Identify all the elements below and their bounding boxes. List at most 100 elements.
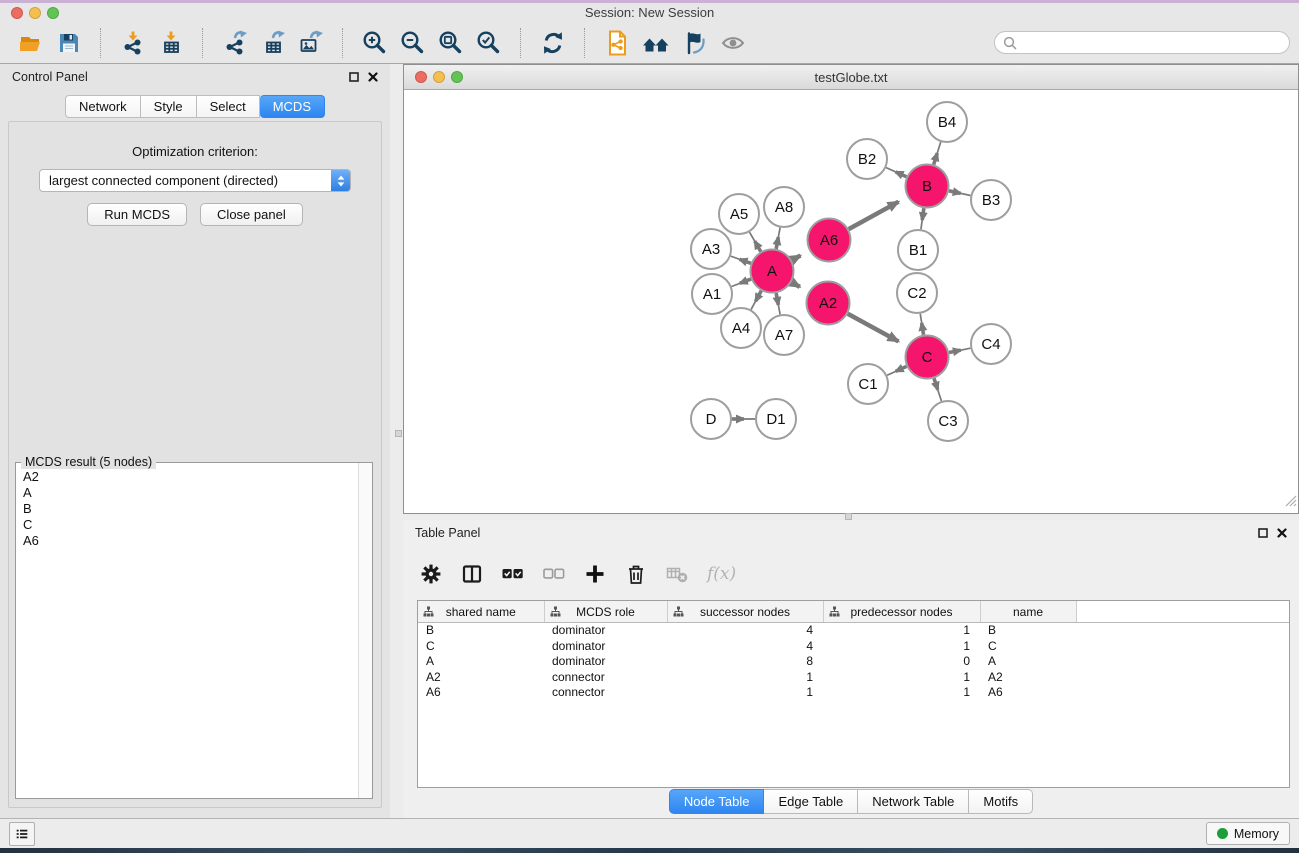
- graph-node-D[interactable]: D: [691, 399, 731, 439]
- graph-node-B[interactable]: B: [906, 165, 949, 208]
- column-header-name[interactable]: name: [980, 601, 1076, 623]
- graph-edge-A2-C[interactable]: [848, 314, 899, 342]
- graph-edge-C-C3[interactable]: [934, 378, 941, 401]
- zoom-in-button[interactable]: [360, 28, 390, 58]
- close-network-button[interactable]: [415, 71, 427, 83]
- table-row[interactable]: A2connector11A2: [418, 670, 1289, 686]
- mcds-result-item[interactable]: B: [23, 501, 358, 517]
- deselect-all-button[interactable]: [542, 562, 566, 586]
- graph-edge-A-A3[interactable]: [731, 256, 751, 263]
- column-header-shared-name[interactable]: shared name: [418, 601, 544, 623]
- graph-node-C2[interactable]: C2: [897, 273, 937, 313]
- search-input[interactable]: [1022, 35, 1281, 51]
- task-history-button[interactable]: [9, 822, 35, 846]
- graph-edge-B-B1[interactable]: [921, 208, 924, 229]
- tab-network[interactable]: Network: [65, 95, 141, 118]
- graph-edge-A-A4[interactable]: [751, 291, 761, 310]
- table-row[interactable]: Cdominator41C: [418, 639, 1289, 655]
- tab-edge-table[interactable]: Edge Table: [764, 789, 858, 814]
- home-button[interactable]: [640, 28, 672, 58]
- result-scrollbar[interactable]: [358, 463, 372, 798]
- close-panel-icon[interactable]: [368, 72, 378, 82]
- graph-edge-A-A5[interactable]: [750, 232, 761, 251]
- tab-mcds[interactable]: MCDS: [260, 95, 325, 118]
- graph-node-D1[interactable]: D1: [756, 399, 796, 439]
- graph-edge-A-A8[interactable]: [776, 228, 780, 249]
- graph-node-B2[interactable]: B2: [847, 139, 887, 179]
- settings-button[interactable]: [419, 562, 443, 586]
- graph-node-A6[interactable]: A6: [808, 219, 851, 262]
- float-table-panel-icon[interactable]: [1258, 528, 1268, 538]
- export-network-button[interactable]: [220, 28, 250, 58]
- zoom-app-button[interactable]: [47, 7, 59, 19]
- close-panel-button[interactable]: Close panel: [200, 203, 303, 226]
- export-image-button[interactable]: [296, 28, 326, 58]
- network-window-titlebar[interactable]: testGlobe.txt: [404, 65, 1298, 90]
- import-network-button[interactable]: [118, 28, 148, 58]
- save-session-button[interactable]: [54, 28, 84, 58]
- column-header-predecessor-nodes[interactable]: predecessor nodes: [823, 601, 980, 623]
- graph-node-C3[interactable]: C3: [928, 401, 968, 441]
- graph-node-C1[interactable]: C1: [848, 364, 888, 404]
- graph-edge-A-A7[interactable]: [776, 293, 780, 314]
- graph-node-B1[interactable]: B1: [898, 230, 938, 270]
- table-row[interactable]: A6connector11A6: [418, 685, 1289, 701]
- split-view-button[interactable]: [460, 562, 484, 586]
- mcds-result-item[interactable]: A: [23, 485, 358, 501]
- graph-edge-B-B3[interactable]: [949, 191, 971, 196]
- graph-node-C[interactable]: C: [906, 336, 949, 379]
- network-graph[interactable]: AA1A2A3A4A5A6A7A8BB1B2B3B4CC1C2C3C4DD1: [404, 90, 1298, 514]
- zoom-selected-button[interactable]: [474, 28, 504, 58]
- graph-edge-A-A1[interactable]: [732, 279, 751, 286]
- tab-style[interactable]: Style: [141, 95, 197, 118]
- memory-button[interactable]: Memory: [1206, 822, 1290, 845]
- table-row[interactable]: Adominator80A: [418, 654, 1289, 670]
- mcds-result-item[interactable]: A2: [23, 469, 358, 485]
- tab-motifs[interactable]: Motifs: [969, 789, 1033, 814]
- close-table-panel-icon[interactable]: [1277, 528, 1287, 538]
- delete-row-button[interactable]: [624, 562, 648, 586]
- graph-edge-C-C4[interactable]: [949, 348, 970, 352]
- app-titlebar[interactable]: Session: New Session: [0, 3, 1299, 22]
- graph-node-B4[interactable]: B4: [927, 102, 967, 142]
- criterion-select[interactable]: largest connected component (directed): [39, 169, 351, 192]
- graph-node-A4[interactable]: A4: [721, 308, 761, 348]
- import-table-button[interactable]: [156, 28, 186, 58]
- horizontal-splitter-handle[interactable]: [845, 513, 852, 520]
- graph-node-A8[interactable]: A8: [764, 187, 804, 227]
- graph-node-A5[interactable]: A5: [719, 194, 759, 234]
- show-details-button[interactable]: [718, 28, 748, 58]
- graph-edge-B-B2[interactable]: [886, 168, 906, 177]
- minimize-network-button[interactable]: [433, 71, 445, 83]
- search-box[interactable]: [994, 31, 1290, 54]
- column-header-MCDS-role[interactable]: MCDS role: [544, 601, 667, 623]
- tab-network-table[interactable]: Network Table: [858, 789, 969, 814]
- graph-node-A1[interactable]: A1: [692, 274, 732, 314]
- add-row-button[interactable]: [583, 562, 607, 586]
- graph-edge-A-A2[interactable]: [792, 282, 800, 287]
- zoom-fit-button[interactable]: [436, 28, 466, 58]
- resize-grip[interactable]: [1284, 494, 1297, 512]
- vertical-splitter-handle[interactable]: [395, 430, 402, 437]
- graph-node-C4[interactable]: C4: [971, 324, 1011, 364]
- graph-node-A2[interactable]: A2: [807, 282, 850, 325]
- table-row[interactable]: Bdominator41B: [418, 623, 1289, 639]
- network-from-file-button[interactable]: [602, 28, 632, 58]
- close-app-button[interactable]: [11, 7, 23, 19]
- graph-node-A7[interactable]: A7: [764, 315, 804, 355]
- graph-edge-C-C1[interactable]: [887, 366, 906, 375]
- export-table-button[interactable]: [258, 28, 288, 58]
- graph-edge-C-C2[interactable]: [920, 314, 923, 335]
- tab-node-table[interactable]: Node Table: [669, 789, 765, 814]
- network-canvas[interactable]: AA1A2A3A4A5A6A7A8BB1B2B3B4CC1C2C3C4DD1: [404, 90, 1298, 513]
- zoom-network-button[interactable]: [451, 71, 463, 83]
- apply-layout-button[interactable]: [538, 28, 568, 58]
- zoom-out-button[interactable]: [398, 28, 428, 58]
- graph-node-A[interactable]: A: [751, 250, 794, 293]
- graph-edge-A6-B[interactable]: [849, 202, 899, 229]
- style-flag-button[interactable]: [680, 28, 710, 58]
- mcds-result-item[interactable]: C: [23, 517, 358, 533]
- float-panel-icon[interactable]: [349, 72, 359, 82]
- run-mcds-button[interactable]: Run MCDS: [87, 203, 187, 226]
- column-header-successor-nodes[interactable]: successor nodes: [667, 601, 823, 623]
